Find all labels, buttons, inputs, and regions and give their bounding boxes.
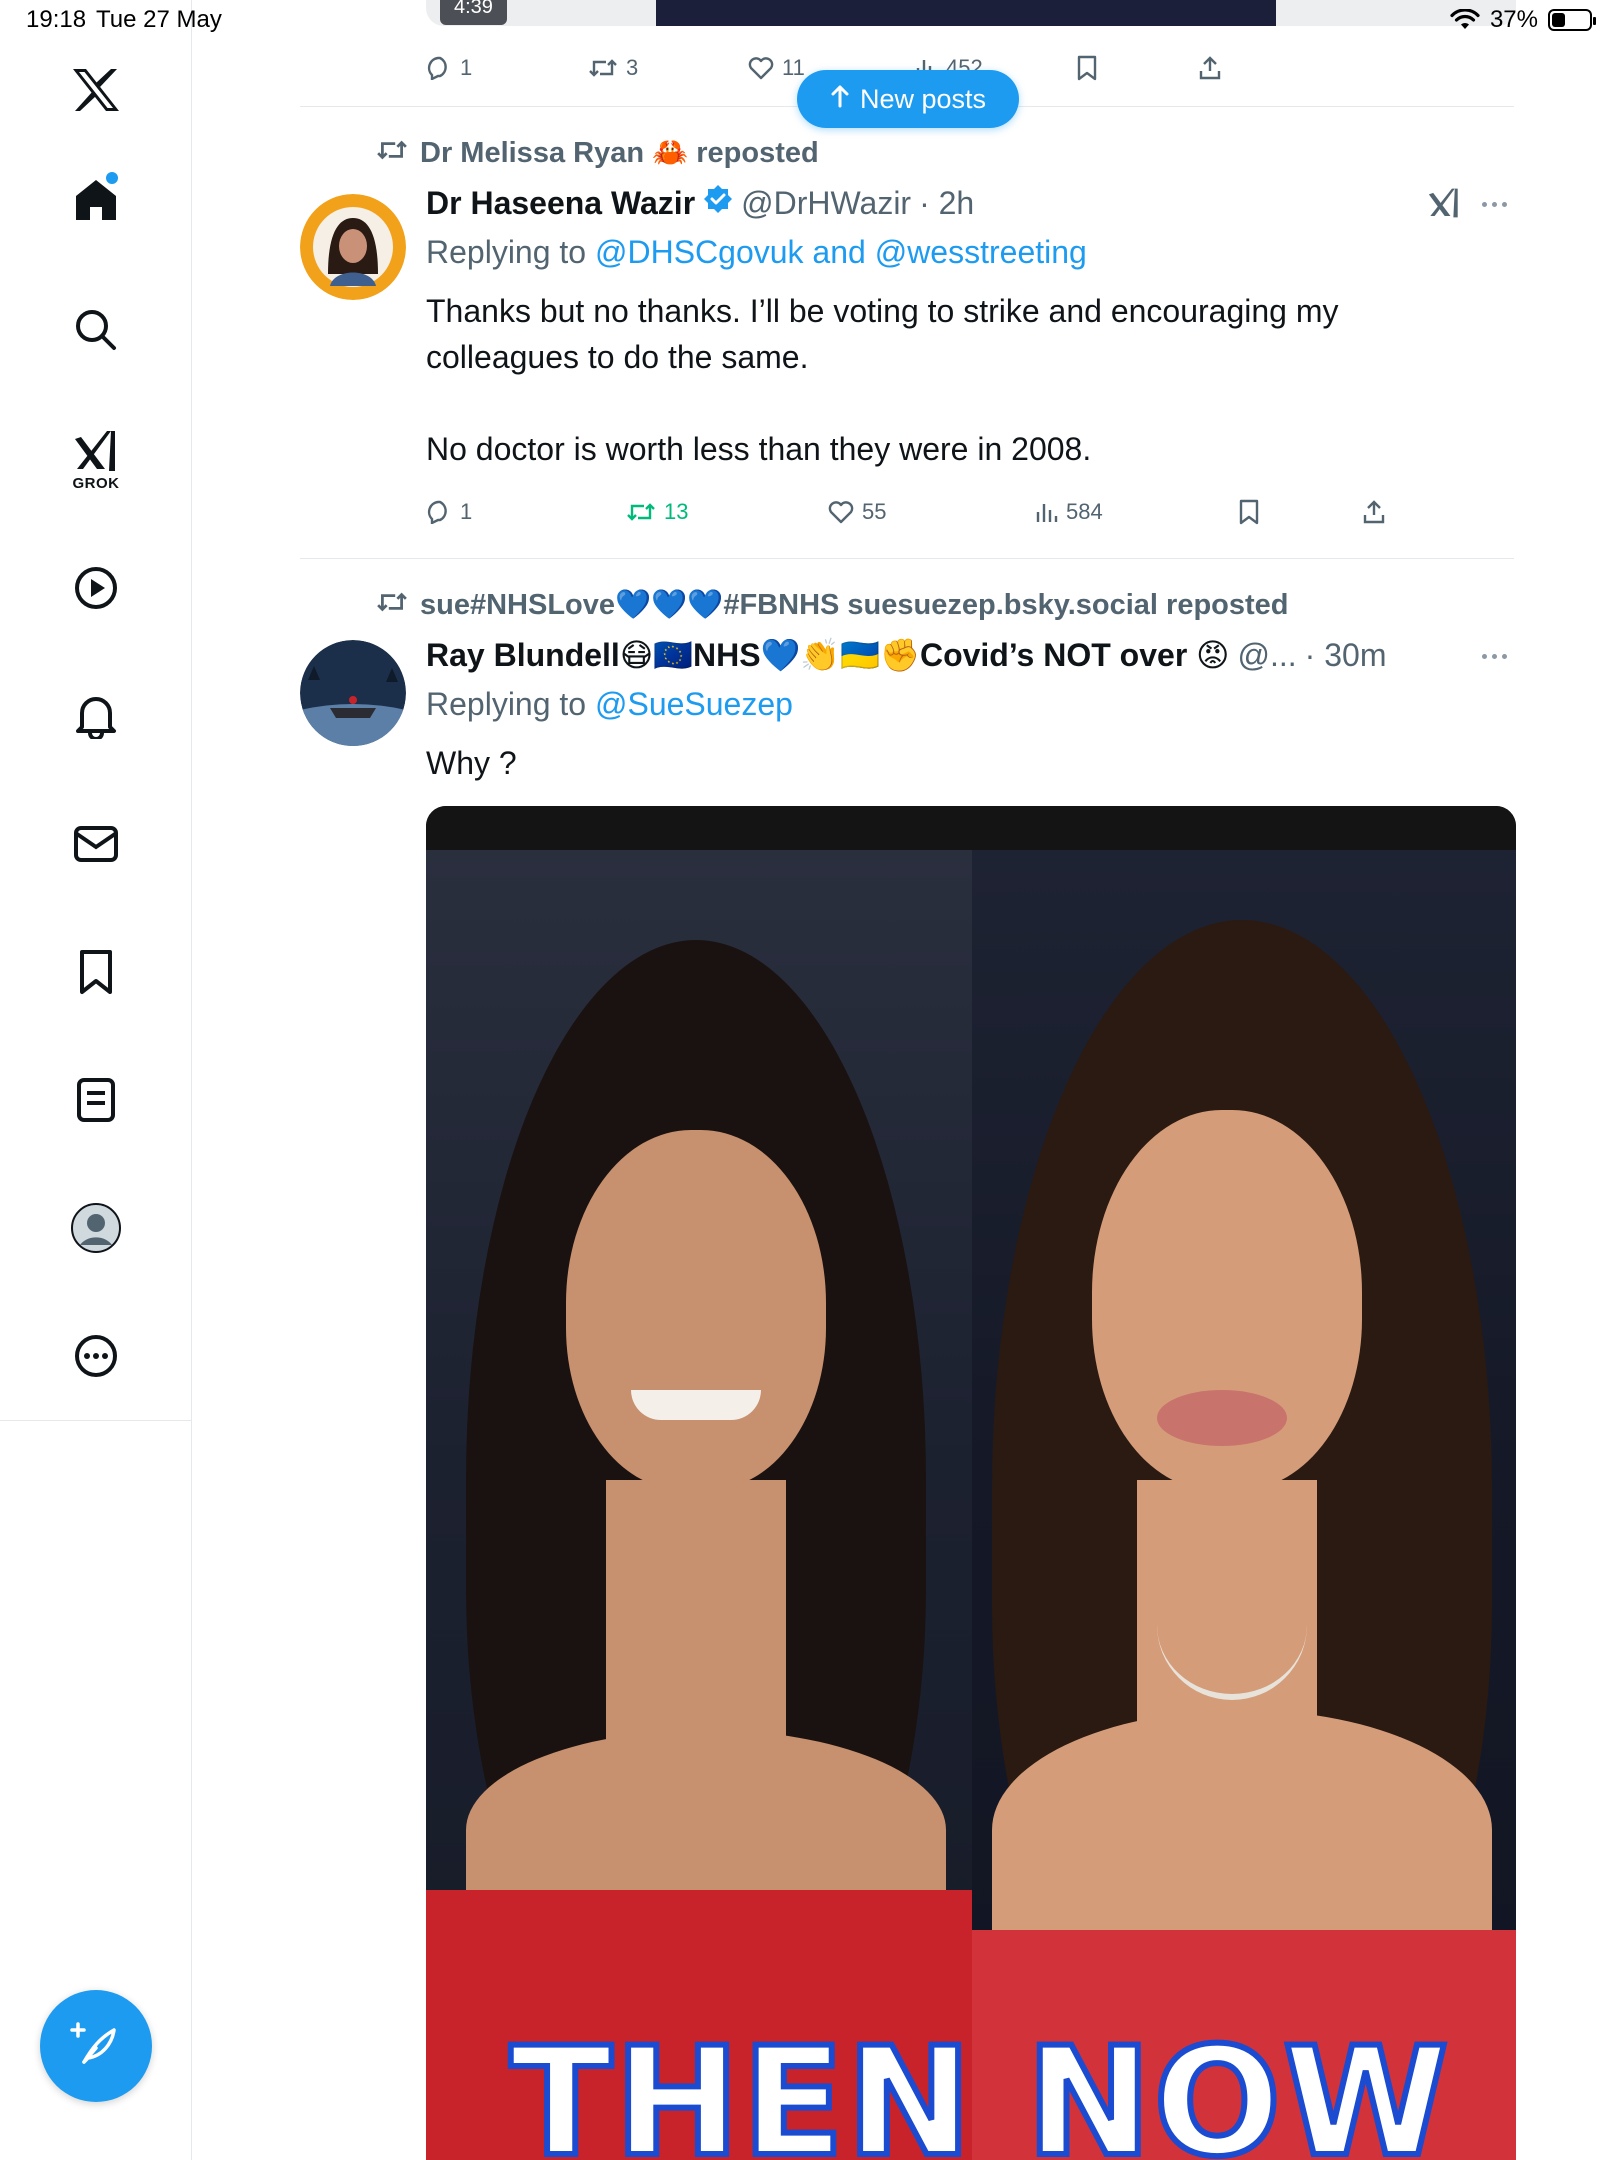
sidebar-item-profile[interactable] (56, 1188, 136, 1268)
status-indicators: 37% (1450, 6, 1596, 34)
grok-label: GROK (72, 474, 120, 492)
reply-count: 1 (460, 499, 473, 524)
replying-to: Replying to @SueSuezep (426, 686, 793, 723)
avatar[interactable] (300, 194, 406, 300)
new-posts-label: New posts (859, 83, 987, 114)
search-icon (74, 308, 118, 352)
status-date: Tue 27 May (96, 6, 222, 33)
sidebar-item-search[interactable] (56, 290, 136, 370)
sidebar-item-notifications[interactable] (56, 676, 136, 756)
media-caption-then: THEN (507, 2013, 975, 2160)
sidebar-divider (0, 1420, 192, 1421)
like-count: 55 (862, 499, 887, 524)
tweet-header: Dr Haseena Wazir @DrHWazir · 2h (426, 184, 974, 222)
notification-dot (106, 172, 118, 184)
grok-icon (71, 429, 121, 473)
tweet-header: Ray Blundell😷🇪🇺NHS💙👏🇺🇦✊Covid’s NOT over … (426, 636, 1386, 674)
repost-count: 13 (664, 499, 689, 524)
tweet-actions: 1 13 55 584 (0, 492, 1620, 532)
grok-explain-icon[interactable] (1426, 186, 1462, 225)
more-options-icon[interactable] (1482, 654, 1507, 659)
sidebar-item-bookmarks[interactable] (56, 932, 136, 1012)
author-handle[interactable]: @DrHWazir (741, 185, 911, 222)
status-time: 19:18 (26, 6, 87, 33)
wifi-icon (1450, 9, 1480, 31)
replying-to: Replying to @DHSCgovuk and @wesstreeting (426, 234, 1087, 271)
battery-icon (1548, 9, 1596, 31)
tweet-paragraph: Thanks but no thanks. I’ll be voting to … (426, 293, 1339, 375)
repost-button[interactable]: 3 (588, 55, 638, 81)
share-button[interactable] (1362, 499, 1386, 525)
sidebar: GROK (0, 0, 192, 2160)
bookmark-button[interactable] (1076, 55, 1098, 81)
list-icon (76, 1077, 116, 1123)
bell-icon (74, 693, 118, 739)
new-posts-button[interactable]: New posts (797, 70, 1019, 128)
views-button[interactable]: 584 (1034, 499, 1103, 525)
sidebar-item-more[interactable] (56, 1316, 136, 1396)
share-button[interactable] (1198, 55, 1222, 81)
mail-icon (73, 824, 119, 864)
replying-to-prefix: Replying to (426, 686, 587, 722)
avatar[interactable] (300, 640, 406, 746)
media-panel-now (972, 850, 1516, 2160)
like-button[interactable]: 11 (748, 55, 805, 81)
repost-attribution[interactable]: sue#NHSLove💙💙💙#FBNHS suesuezep.bsky.soci… (376, 588, 1289, 622)
tweet-paragraph: Why ? (426, 745, 517, 781)
tweet-text: Thanks but no thanks. I’ll be voting to … (426, 288, 1486, 472)
tweet-text: Why ? (426, 740, 1486, 786)
sidebar-item-grok[interactable]: GROK (56, 420, 136, 500)
more-circle-icon (74, 1334, 118, 1378)
like-button[interactable]: 55 (828, 499, 886, 525)
replying-to-links[interactable]: @SueSuezep (595, 686, 793, 722)
face-shape (566, 1130, 826, 1490)
author-name[interactable]: Dr Haseena Wazir (426, 185, 695, 222)
repost-attribution-text: Dr Melissa Ryan 🦀 reposted (420, 137, 819, 169)
compose-feather-icon (70, 2018, 122, 2075)
reply-count: 1 (460, 55, 473, 80)
post-divider (300, 558, 1514, 559)
post-time[interactable]: · 2h (919, 185, 974, 222)
verified-badge-icon (703, 184, 733, 222)
sidebar-item-messages[interactable] (56, 804, 136, 884)
profile-avatar-icon (70, 1202, 122, 1254)
battery-fill (1552, 13, 1565, 27)
play-icon (74, 566, 118, 610)
post-time[interactable]: · 30m (1305, 637, 1387, 674)
replying-to-links[interactable]: @DHSCgovuk and @wesstreeting (595, 234, 1087, 270)
repost-attribution-text: sue#NHSLove💙💙💙#FBNHS suesuezep.bsky.soci… (420, 589, 1289, 621)
sidebar-item-lists[interactable] (56, 1060, 136, 1140)
like-count: 11 (782, 55, 805, 80)
repost-icon (376, 589, 408, 622)
author-handle[interactable]: @... (1238, 637, 1297, 674)
lips-shape (1157, 1390, 1287, 1446)
tweet-paragraph: No doctor is worth less than they were i… (426, 431, 1092, 467)
bookmark-icon (78, 949, 114, 995)
repost-icon (376, 137, 408, 170)
tweet-media-image[interactable]: THEN NOW (426, 806, 1516, 2160)
repost-count: 3 (626, 55, 639, 80)
smile-shape (631, 1390, 761, 1420)
views-count: 584 (1066, 499, 1103, 524)
compose-button[interactable] (40, 1990, 152, 2102)
shoulders-shape (992, 1710, 1492, 1950)
arrow-up-icon (830, 84, 850, 115)
reply-button[interactable]: 1 (426, 499, 472, 525)
author-name[interactable]: Ray Blundell😷🇪🇺NHS💙👏🇺🇦✊Covid’s NOT over … (426, 636, 1230, 674)
media-panel-then (426, 850, 972, 2160)
sidebar-item-video[interactable] (56, 548, 136, 628)
media-caption-now: NOW (1023, 2013, 1452, 2160)
sidebar-item-home[interactable] (56, 160, 136, 240)
status-bar: 19:18 Tue 27 May 37% (0, 0, 1620, 40)
reply-button[interactable]: 1 (426, 55, 472, 81)
more-options-icon[interactable] (1482, 202, 1507, 207)
replying-to-prefix: Replying to (426, 234, 587, 270)
repost-button[interactable]: 13 (626, 499, 688, 525)
media-letterbox-bar (426, 806, 1516, 850)
repost-attribution[interactable]: Dr Melissa Ryan 🦀 reposted (376, 136, 819, 170)
bookmark-button[interactable] (1238, 499, 1260, 525)
battery-percent: 37% (1489, 6, 1538, 33)
battery-tip (1593, 17, 1596, 25)
